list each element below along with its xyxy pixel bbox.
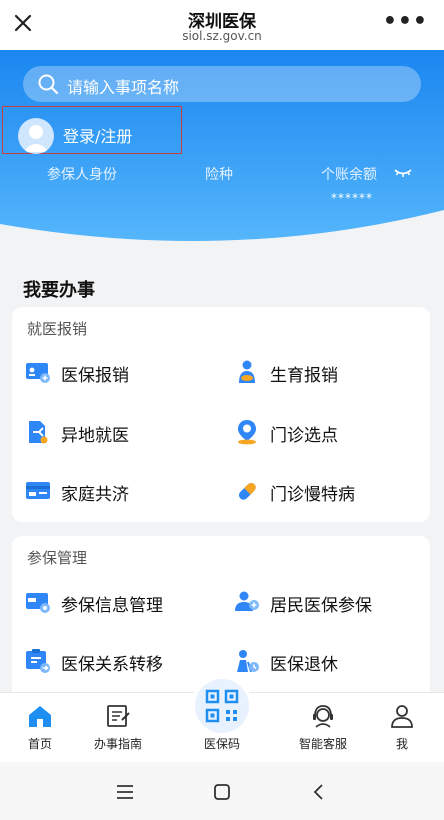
home-button-icon[interactable] <box>207 780 237 804</box>
family-card-icon <box>26 482 50 499</box>
identity-label[interactable]: 参保人身份 <box>47 164 117 184</box>
reimburse-card-icon <box>26 363 50 383</box>
service-label: 门诊慢特病 <box>270 485 355 505</box>
more-menu-icon[interactable]: ••• <box>383 9 428 34</box>
pill-icon <box>238 482 256 500</box>
home-icon <box>29 706 51 727</box>
medical-reimbursement-card: 就医报销 医保报销 生育报销 异地就医 门诊选点 家庭共济 门诊慢特病 <box>12 307 430 522</box>
service-label: 门诊选点 <box>270 426 338 446</box>
tab-label: 智能客服 <box>298 737 347 751</box>
service-label: 异地就医 <box>61 426 129 446</box>
tab-label: 我 <box>395 737 408 751</box>
balance-value: ****** <box>331 191 373 205</box>
service-chronic-disease[interactable]: 门诊慢特病 <box>234 473 414 509</box>
service-remote-medical[interactable]: 异地就医 <box>25 414 205 450</box>
menu-icon[interactable] <box>110 780 140 804</box>
login-register-button[interactable]: 登录/注册 <box>2 106 182 154</box>
service-relationship-transfer[interactable]: 医保关系转移 <box>25 643 215 679</box>
service-resident-enrollment[interactable]: 居民医保参保 <box>234 584 424 620</box>
profile-icon <box>391 705 413 728</box>
back-icon[interactable] <box>304 780 334 804</box>
insurance-info-icon <box>26 593 50 613</box>
service-label: 医保关系转移 <box>61 655 163 675</box>
balance-label[interactable]: 个账余额 <box>321 164 377 184</box>
qr-code-icon <box>205 689 239 723</box>
section-title: 我要办事 <box>23 280 95 301</box>
tab-label: 办事指南 <box>93 737 142 751</box>
card-title: 参保管理 <box>27 549 88 567</box>
resident-enroll-icon <box>235 591 259 611</box>
service-label: 医保退休 <box>270 655 338 675</box>
service-retirement[interactable]: 医保退休 <box>234 643 424 679</box>
page-url: siol.sz.gov.cn <box>182 29 262 43</box>
tab-home[interactable]: 首页 <box>0 693 80 763</box>
search-placeholder: 请输入事项名称 <box>67 78 180 97</box>
search-icon <box>38 74 59 95</box>
tab-label: 医保码 <box>203 737 240 751</box>
transfer-icon <box>26 649 50 673</box>
retirement-icon <box>237 650 259 673</box>
service-label: 居民医保参保 <box>270 596 372 616</box>
tab-customer-service[interactable]: 智能客服 <box>283 693 363 763</box>
login-label: 登录/注册 <box>63 127 133 146</box>
tab-me[interactable]: 我 <box>362 693 442 763</box>
card-title: 就医报销 <box>27 320 88 338</box>
service-medical-reimbursement[interactable]: 医保报销 <box>25 354 205 390</box>
system-nav-bar <box>0 762 444 820</box>
insurance-management-card: 参保管理 参保信息管理 居民医保参保 医保关系转移 医保退休 <box>12 536 430 692</box>
clinic-location-icon <box>238 420 256 445</box>
title-bar: 深圳医保 siol.sz.gov.cn ••• <box>0 0 444 50</box>
service-label: 医保报销 <box>61 366 129 386</box>
avatar <box>18 118 54 154</box>
service-maternity-reimbursement[interactable]: 生育报销 <box>234 354 414 390</box>
search-input[interactable]: 请输入事项名称 <box>23 66 421 102</box>
eye-closed-icon[interactable] <box>394 167 412 179</box>
service-clinic-selection[interactable]: 门诊选点 <box>234 414 414 450</box>
service-insurance-info-management[interactable]: 参保信息管理 <box>25 584 215 620</box>
qr-code-button[interactable] <box>191 675 253 737</box>
service-label: 生育报销 <box>270 366 338 386</box>
customer-service-icon <box>313 705 333 728</box>
guide-icon <box>107 705 130 727</box>
insurance-type-label[interactable]: 险种 <box>205 164 233 184</box>
service-label: 参保信息管理 <box>61 596 163 616</box>
service-family-mutual-aid[interactable]: 家庭共济 <box>25 473 205 509</box>
maternity-icon <box>239 360 255 383</box>
tab-guide[interactable]: 办事指南 <box>78 693 158 763</box>
service-label: 家庭共济 <box>61 485 129 505</box>
remote-medical-icon <box>29 421 48 444</box>
tab-label: 首页 <box>27 737 52 751</box>
